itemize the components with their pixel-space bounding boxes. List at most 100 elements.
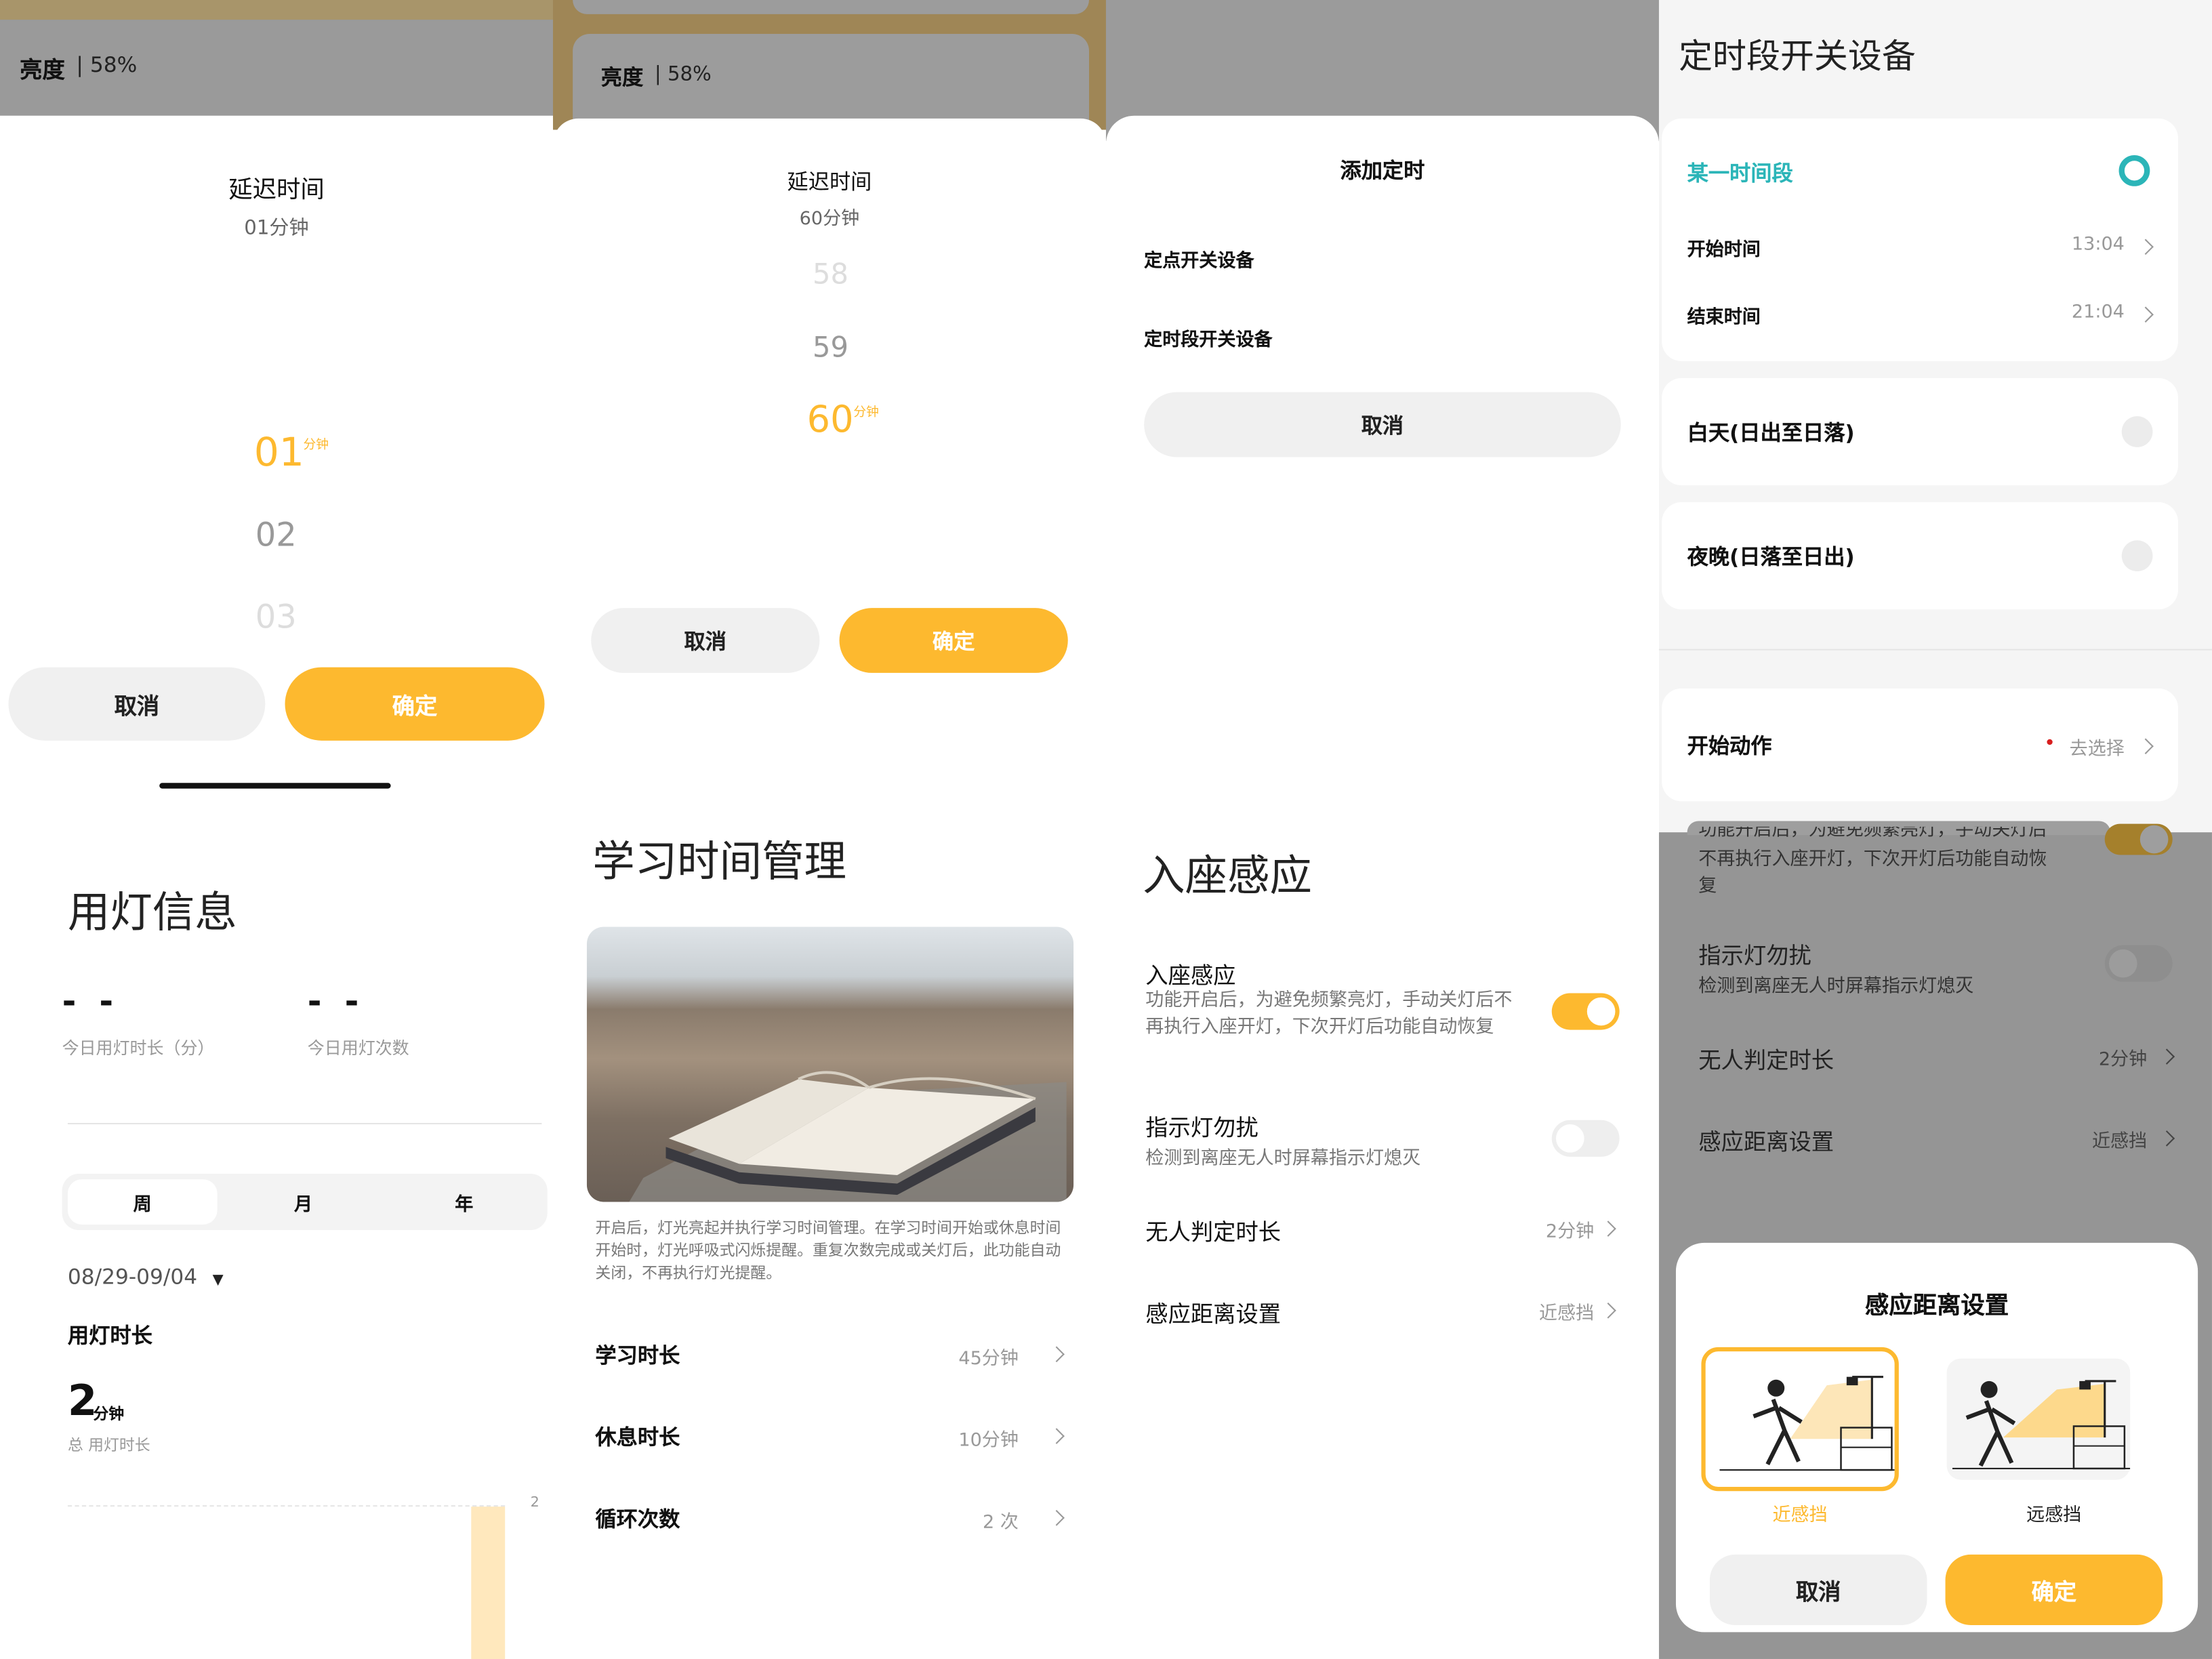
row-value: 2分钟 [1545, 1221, 1595, 1243]
start-action-card[interactable]: 开始动作 去选择 [1662, 688, 2178, 802]
indicator-label: 指示灯勿扰 [1145, 1114, 1258, 1142]
row-label: 开始时间 [1687, 239, 1761, 262]
tab-month[interactable]: 月 [228, 1179, 378, 1225]
chart-bar [471, 1507, 506, 1659]
chevron-right-icon [1600, 1303, 1616, 1319]
confirm-button[interactable]: 确定 [285, 667, 545, 741]
tab-year[interactable]: 年 [390, 1179, 539, 1225]
cancel-button[interactable]: 取消 [1144, 392, 1621, 457]
row-value: 45分钟 [958, 1349, 1019, 1370]
seat-description-partial: 功能开启后，为避免频繁亮灯，手动关灯后 不再执行入座开灯，下次开灯后功能自动恢 … [1698, 827, 2079, 900]
brightness-value: | 58% [654, 63, 712, 86]
add-timer-sheet: 添加定时 定点开关设备 定时段开关设备 取消 [1105, 115, 1659, 819]
row-label: 无人判定时长 [1145, 1218, 1282, 1246]
indicator-description: 检测到离座无人时屏幕指示灯熄灭 [1698, 976, 1974, 998]
far-option-card[interactable] [1946, 1358, 2131, 1480]
study-time-section: 学习时间管理 开启后，灯光亮起并执行学习时间管理。在学习时间开始或休息时间开始时… [552, 790, 1106, 1659]
brightness-label: 亮度 [600, 64, 644, 91]
chevron-right-icon [1600, 1221, 1616, 1237]
delay-title: 延迟时间 [787, 169, 872, 195]
today-count-value: - - [307, 981, 365, 1022]
option-fixed-time[interactable]: 定点开关设备 [1144, 245, 1254, 272]
confirm-button[interactable]: 确定 [839, 608, 1068, 673]
chevron-right-icon [1048, 1346, 1065, 1363]
cancel-button[interactable]: 取消 [591, 608, 820, 673]
seat-sensing-section: 入座感应 入座感应 功能开启后，为避免频繁亮灯，手动关灯后不再执行入座开灯，下次… [1105, 818, 1659, 1659]
daytime-label: 白天(日出至日落) [1687, 420, 1855, 446]
chevron-right-icon [1048, 1510, 1065, 1526]
radio-unselected-icon[interactable] [2121, 416, 2153, 447]
seat-toggle[interactable] [1551, 993, 1620, 1030]
radio-selected-icon[interactable] [2118, 155, 2150, 186]
start-action-label: 开始动作 [1687, 733, 1772, 759]
backdrop-strip [0, 0, 553, 20]
tab-week[interactable]: 周 [67, 1179, 218, 1225]
indicator-toggle[interactable] [2104, 945, 2173, 982]
picker-option[interactable]: 59 [813, 330, 848, 364]
picker-option[interactable]: 02 [255, 518, 297, 554]
delay-value: 60分钟 [799, 209, 860, 230]
chevron-right-icon [2158, 1048, 2175, 1065]
indicator-toggle[interactable] [1551, 1120, 1620, 1157]
near-option-card[interactable] [1701, 1347, 1899, 1492]
night-label: 夜晚(日落至日出) [1687, 544, 1855, 570]
row-label: 休息时长 [595, 1425, 680, 1450]
start-action-value: 去选择 [2069, 739, 2125, 760]
confirm-button[interactable]: 确定 [1945, 1554, 2163, 1626]
unmanned-duration-row[interactable]: 无人判定时长 2分钟 [1659, 1038, 2212, 1078]
night-card[interactable]: 夜晚(日落至日出) [1662, 502, 2178, 610]
cancel-button[interactable]: 取消 [1709, 1554, 1927, 1626]
person-lamp-near-illustration [1719, 1376, 1895, 1471]
chart-ymax-label: 2 [530, 1495, 539, 1511]
picker-option[interactable]: 58 [813, 257, 848, 291]
brightness-label: 亮度 [20, 56, 65, 83]
row-label: 感应距离设置 [1698, 1128, 1835, 1155]
delay-value: 01分钟 [244, 217, 309, 240]
picker-unit: 分钟 [303, 438, 329, 453]
chevron-right-icon [2158, 1130, 2175, 1147]
period-tabs: 周 月 年 [62, 1173, 548, 1231]
end-time-row[interactable]: 结束时间 21:04 [1662, 299, 2178, 330]
brightness-value: | 58% [76, 52, 138, 78]
near-label: 近感挡 [1772, 1505, 1828, 1527]
cycle-count-row[interactable]: 循环次数 2 次 [553, 1495, 1106, 1537]
far-label: 远感挡 [2026, 1505, 2082, 1527]
duration-heading: 用灯时长 [67, 1323, 152, 1349]
indicator-description: 检测到离座无人时屏幕指示灯熄灭 [1145, 1148, 1421, 1170]
today-duration-value: - - [62, 981, 119, 1022]
option-time-period[interactable]: 定时段开关设备 [1144, 325, 1272, 351]
radio-unselected-icon[interactable] [2121, 540, 2153, 572]
brightness-card: 亮度 | 58% [573, 33, 1089, 130]
row-label: 结束时间 [1687, 307, 1761, 329]
desc-line: 功能开启后，为避免频繁亮灯，手动关灯后 [1698, 826, 2047, 841]
usage-title: 用灯信息 [67, 888, 237, 939]
date-range-selector[interactable]: 08/29-09/04 ▼ [68, 1264, 224, 1289]
cancel-button[interactable]: 取消 [8, 667, 266, 741]
picker-selected[interactable]: 60 [807, 399, 854, 441]
picker-option[interactable]: 03 [255, 600, 297, 636]
chart-gridline [67, 1505, 506, 1507]
home-indicator [159, 783, 391, 789]
indicator-label: 指示灯勿扰 [1698, 942, 1811, 970]
period-card: 某一时间段 开始时间 13:04 结束时间 21:04 [1662, 118, 2178, 361]
rest-duration-row[interactable]: 休息时长 10分钟 [553, 1414, 1106, 1456]
seat-toggle[interactable] [2104, 823, 2173, 855]
distance-setting-row[interactable]: 感应距离设置 近感挡 [1659, 1120, 2212, 1160]
total-unit: 分钟 [93, 1405, 125, 1424]
caret-down-icon: ▼ [212, 1272, 224, 1288]
divider [67, 1122, 542, 1125]
study-duration-row[interactable]: 学习时长 45分钟 [553, 1332, 1106, 1374]
time-period-page: 定时段开关设备 某一时间段 开始时间 13:04 结束时间 21:04 白天(日… [1658, 0, 2212, 833]
start-time-row[interactable]: 开始时间 13:04 [1662, 231, 2178, 262]
distance-setting-row[interactable]: 感应距离设置 近感挡 [1106, 1292, 1659, 1332]
sheet-title: 感应距离设置 [1864, 1292, 2009, 1321]
total-label: 总 用灯时长 [67, 1436, 150, 1455]
period-label[interactable]: 某一时间段 [1687, 158, 1793, 188]
daytime-card[interactable]: 白天(日出至日落) [1662, 377, 2178, 486]
red-dot-icon [2047, 739, 2053, 745]
unmanned-duration-row[interactable]: 无人判定时长 2分钟 [1106, 1210, 1659, 1250]
chevron-right-icon [2137, 738, 2154, 754]
picker-selected[interactable]: 01 [254, 429, 304, 476]
study-title: 学习时间管理 [592, 838, 846, 888]
chevron-right-icon [2137, 239, 2154, 255]
